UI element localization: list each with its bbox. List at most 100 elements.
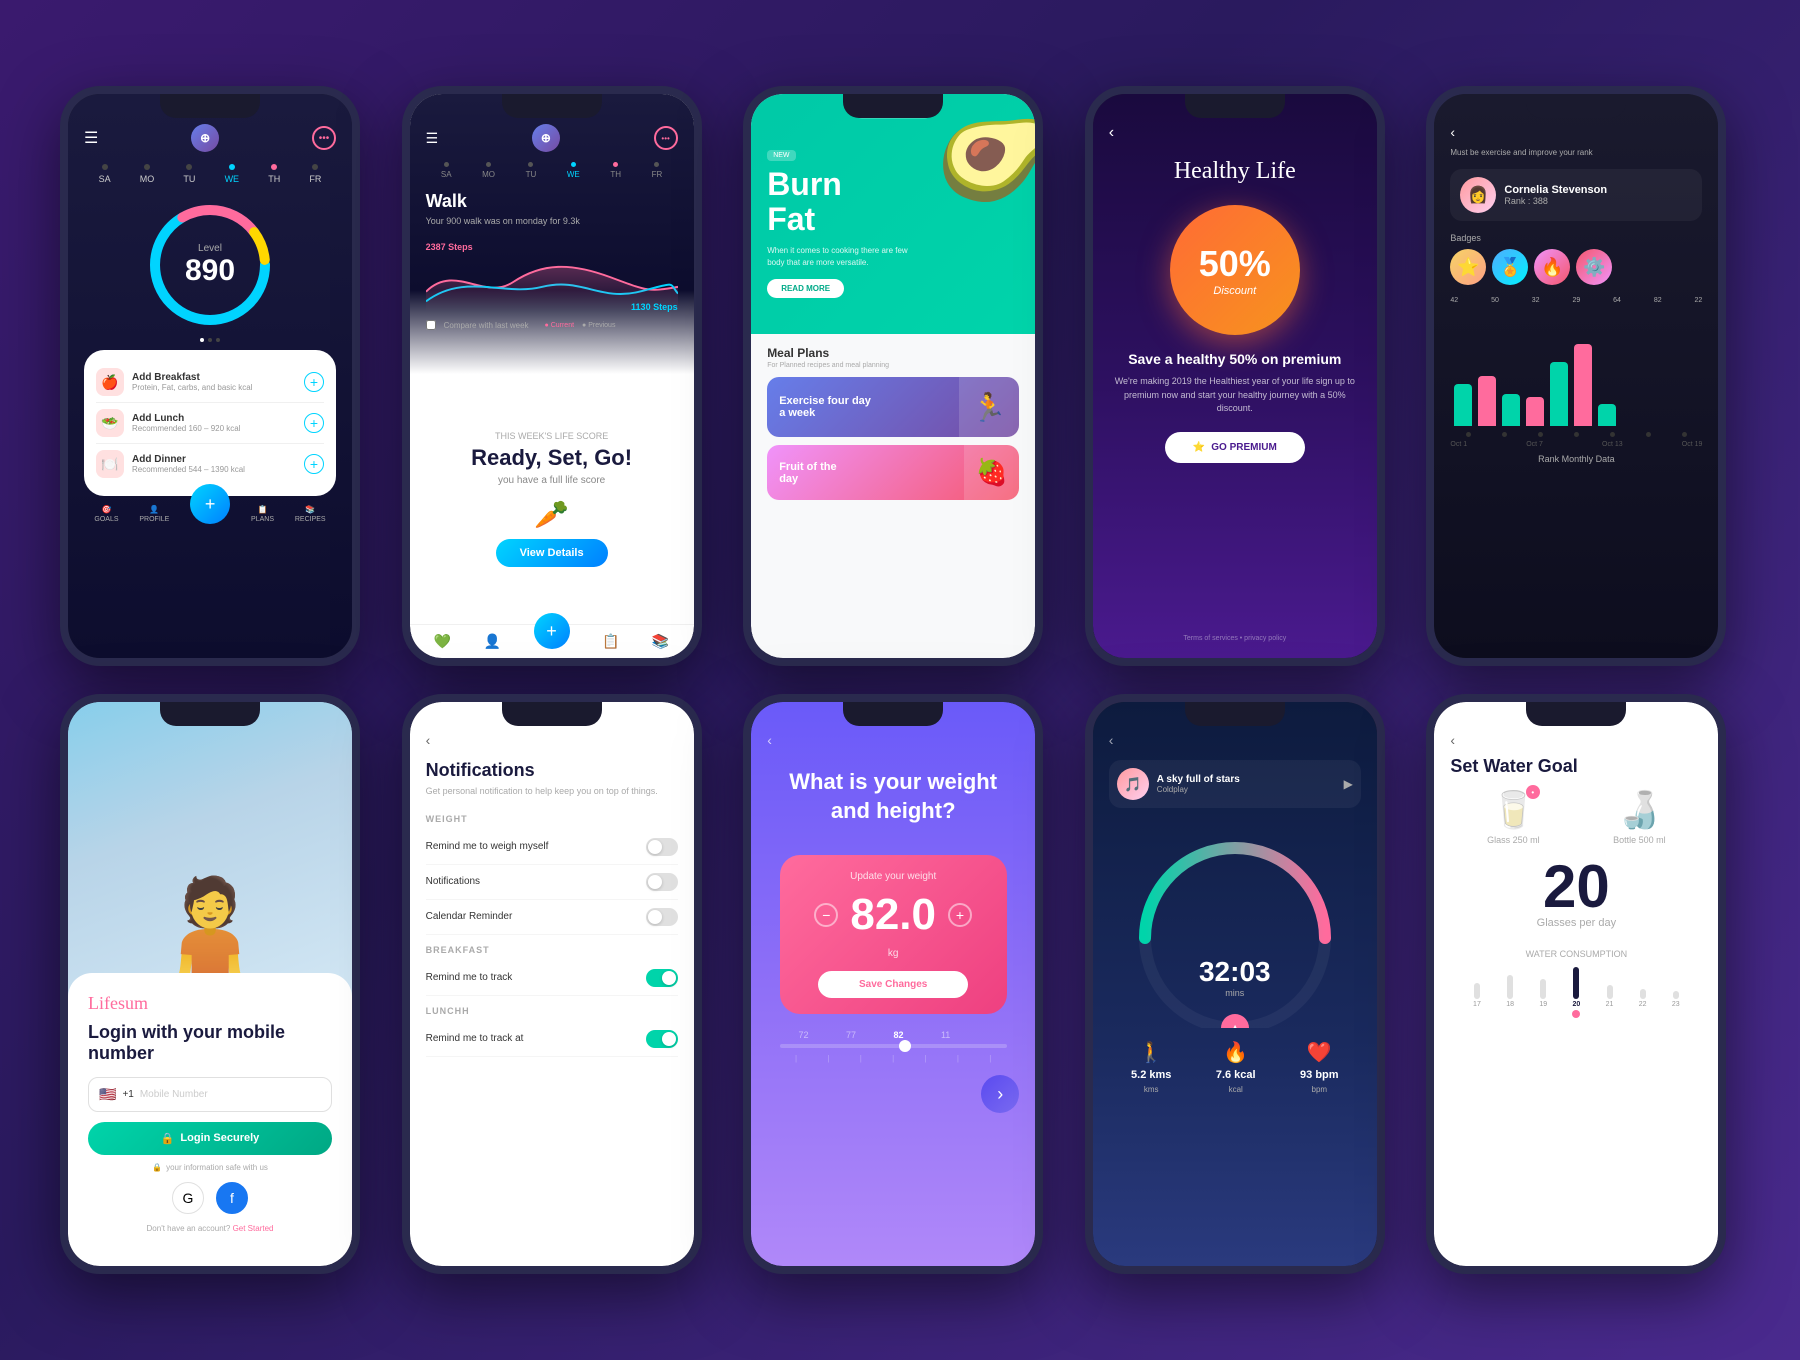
phone-burnfat: RECOMMENDED NEW BurnFat When it comes to… [743,86,1043,666]
nav-add-center[interactable]: + [190,484,230,524]
bpm-val: 93 bpm [1300,1069,1339,1081]
login-title: Login with your mobile number [88,1022,332,1065]
new-badge: NEW [767,150,795,161]
carrot-icon: 🥕 [534,498,569,531]
kcal-icon: 🔥 [1223,1040,1248,1065]
lunch-section: LUNCHH [426,1006,678,1016]
kms-label: kms [1144,1085,1159,1094]
add-dinner-btn[interactable]: + [304,454,324,474]
discount-label: Discount [1213,285,1256,297]
notification-icon[interactable]: ••• [312,126,336,150]
weight-card: Update your weight − 82.0 + kg Save Chan… [780,855,1007,1014]
p10-back-btn[interactable]: ‹ [1450,732,1702,748]
get-started-link[interactable]: Get Started [233,1224,274,1233]
water-containers: 🥛 • Glass 250 ml 🍶 • Bottle 500 ml [1450,789,1702,845]
play-icon[interactable]: ▶ [1344,777,1353,791]
kcal-val: 7.6 kcal [1216,1069,1256,1081]
nav-recipes[interactable]: 📚RECIPES [295,505,326,523]
save-changes-btn[interactable]: Save Changes [818,971,967,998]
toggle-calendar[interactable] [646,908,678,926]
glass-container: 🥛 • Glass 250 ml [1487,789,1540,845]
full-score-text: you have a full life score [498,475,605,486]
time-20-active: 20 [1572,967,1580,1018]
notif-track: Remind me to track [426,961,678,996]
p2-nav-health[interactable]: 💚 [434,633,451,650]
glass-selected: • [1526,785,1540,799]
stat-bpm: ❤️ 93 bpm bpm [1300,1040,1339,1094]
read-more-btn[interactable]: READ MORE [767,279,844,298]
p2-nav-plans[interactable]: 📋 [602,633,619,650]
time-19: 19 [1539,979,1547,1018]
p9-back-btn[interactable]: ‹ [1109,732,1361,748]
p2-nav-add[interactable]: + [534,613,570,649]
p8-back-btn[interactable]: ‹ [767,732,772,748]
artist-name: Coldplay [1157,785,1240,794]
day-tu: TU [183,164,195,184]
ready-text: Ready, Set, Go! [471,445,632,471]
discount-pct: 50% [1199,243,1271,285]
add-breakfast-btn[interactable]: + [304,372,324,392]
music-avatar: 🎵 [1117,768,1149,800]
view-details-btn[interactable]: View Details [496,539,608,567]
day-we: WE [225,164,240,184]
phone-weight: ‹ What is your weight and height? Update… [743,694,1043,1274]
fruit-card-img: 🍓 [964,445,1019,500]
notif-track-at: Remind me to track at [426,1022,678,1057]
p7-back-btn[interactable]: ‹ [426,732,678,748]
facebook-btn[interactable]: f [216,1182,248,1214]
phone-input-group[interactable]: 🇺🇸 +1 Mobile Number [88,1077,332,1112]
meal-plans-title: Meal Plans [767,346,1019,360]
p2-hamburger[interactable]: ☰ [426,130,439,147]
user-avatar: 👩 [1460,177,1496,213]
activity-stats: 🚶 5.2 kms kms 🔥 7.6 kcal kcal ❤️ 93 bpm … [1109,1040,1361,1094]
p2-nav-profile[interactable]: 👤 [484,633,501,650]
go-premium-btn[interactable]: ⭐ GO PREMIUM [1165,432,1305,463]
rank-monthly-label: Rank Monthly Data [1450,454,1702,464]
toggle-weigh[interactable] [646,838,678,856]
hamburger-icon[interactable]: ☰ [84,128,98,148]
login-card: Lifesum Login with your mobile number 🇺🇸… [68,973,352,1266]
google-btn[interactable]: G [172,1182,204,1214]
toggle-track-at[interactable] [646,1030,678,1048]
bottle-container: 🍶 • Bottle 500 ml [1613,789,1666,845]
p4-back-btn[interactable]: ‹ [1109,124,1114,142]
exercise-card-text: Exercise four daya week [767,383,959,431]
weight-value: 82.0 [850,890,936,940]
p2-nav-recipes[interactable]: 📚 [652,633,669,650]
bpm-label: bpm [1312,1085,1328,1094]
walk-title: Walk [426,191,678,212]
p5-back-btn[interactable]: ‹ [1450,124,1702,140]
minus-btn[interactable]: − [814,903,838,927]
walk-subtitle: Your 900 walk was on monday for 9.3k [426,216,678,226]
flag-icon: 🇺🇸 [99,1086,116,1103]
phone-activity: ‹ 🎵 A sky full of stars Coldplay ▶ [1085,694,1385,1274]
nav-goals[interactable]: 🎯GOALS [94,505,118,523]
compare-checkbox[interactable] [426,320,436,330]
kms-val: 5.2 kms [1131,1069,1171,1081]
p2-dots[interactable]: ••• [654,126,678,150]
lunch-name: Add Lunch [132,413,304,424]
plus-btn[interactable]: + [948,903,972,927]
nav-profile[interactable]: 👤PROFILE [139,505,169,523]
nav-plans[interactable]: 📋PLANS [251,505,274,523]
star-icon: ⭐ [1193,442,1205,453]
add-lunch-btn[interactable]: + [304,413,324,433]
toggle-track[interactable] [646,969,678,987]
days-row: SA MO TU WE TH FR [84,164,336,184]
breakfast-section: BREAKFAST [426,945,678,955]
recommended-badge: RECOMMENDED [857,108,929,119]
exercise-card: Exercise four daya week 🏃 [767,377,1019,437]
weight-scale: 72778211 ||||||| [780,1030,1007,1063]
p1-logo: ⊕ [191,124,219,152]
lunch-cal: Recommended 160 – 920 kcal [132,424,304,433]
kms-icon: 🚶 [1139,1040,1164,1065]
rank-must: Must be exercise and improve your rank [1450,148,1702,157]
login-btn[interactable]: 🔒 Login Securely [88,1122,332,1155]
next-circle-btn[interactable]: › [981,1075,1019,1113]
badges-row: ⭐ 🏅 🔥 ⚙️ [1450,249,1702,285]
p2-logo: ⊕ [532,124,560,152]
bottom-nav: 🎯GOALS 👤PROFILE + 📋PLANS 📚RECIPES [84,496,336,524]
toggle-notifications[interactable] [646,873,678,891]
exercise-card-img: 🏃 [959,377,1019,437]
notif-notifications: Notifications [426,865,678,900]
